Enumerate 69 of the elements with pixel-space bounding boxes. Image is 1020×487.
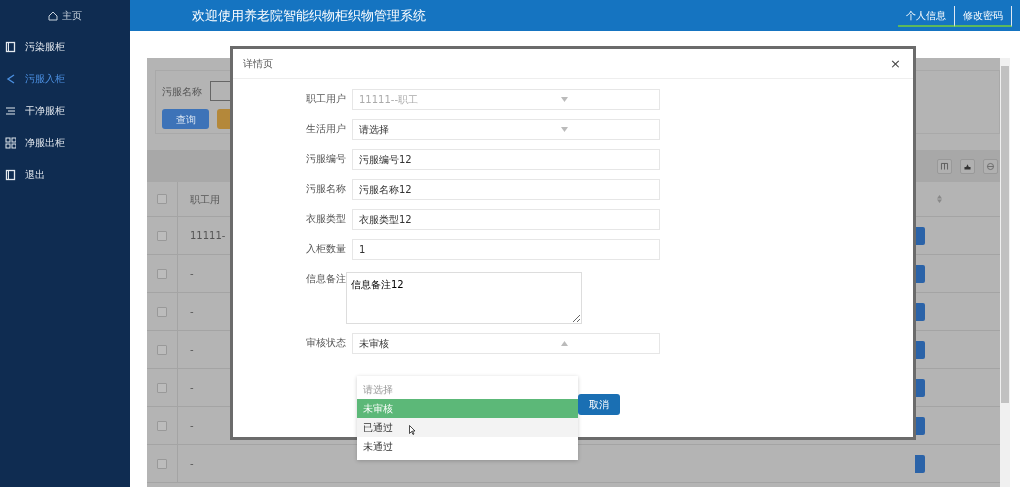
sidebar-item[interactable]: 干净服柜	[0, 95, 130, 127]
row-button[interactable]	[915, 454, 925, 473]
sidebar-item[interactable]: 净服出柜	[0, 127, 130, 159]
field-label: 信息备注	[305, 272, 347, 286]
field-label: 生活用户	[305, 122, 347, 137]
field-label: 衣服类型	[305, 212, 347, 227]
sidebar-item[interactable]: 污服入柜	[0, 63, 130, 95]
cursor-icon	[409, 425, 416, 435]
dropdown-option[interactable]: 未通过	[357, 437, 578, 456]
dropdown-option[interactable]: 已通过	[357, 418, 578, 437]
scrollbar[interactable]	[1000, 58, 1010, 487]
column-header: 职工用	[189, 192, 221, 207]
table-cell-text: -	[189, 267, 195, 281]
header-link[interactable]: 修改密码	[955, 6, 1012, 27]
row-checkbox[interactable]	[157, 382, 167, 393]
text-field[interactable]: 衣服类型12	[352, 209, 660, 230]
book-icon	[5, 41, 16, 53]
book-icon	[5, 169, 16, 181]
row-button[interactable]	[915, 226, 925, 245]
search-label: 污服名称	[162, 84, 202, 99]
field-label: 职工用户	[305, 92, 347, 107]
list-icon	[5, 105, 16, 117]
columns-icon[interactable]	[937, 158, 952, 174]
caret-icon	[561, 341, 568, 346]
row-button[interactable]	[915, 378, 925, 397]
home-icon	[48, 10, 58, 21]
caret-icon	[561, 97, 568, 102]
dialog-title: 详情页	[243, 57, 273, 71]
field-label: 污服名称	[305, 182, 347, 197]
table-cell-text: 11111-	[189, 229, 227, 243]
field-label: 审核状态	[305, 336, 347, 351]
row-button[interactable]	[915, 340, 925, 359]
table-cell-text: -	[189, 457, 195, 471]
cancel-button[interactable]: 取消	[578, 394, 620, 415]
row-button[interactable]	[915, 302, 925, 321]
row-checkbox[interactable]	[157, 458, 167, 469]
notes-field[interactable]: 信息备注12	[346, 272, 582, 324]
row-checkbox[interactable]	[157, 420, 167, 431]
row-button[interactable]	[915, 264, 925, 283]
table-cell-text: -	[189, 419, 195, 433]
row-checkbox[interactable]	[157, 230, 167, 241]
export-icon[interactable]	[960, 158, 975, 174]
sidebar-item[interactable]: 污染服柜	[0, 31, 130, 63]
caret-icon	[561, 127, 568, 132]
row-checkbox[interactable]	[157, 268, 167, 279]
close-button[interactable]: ×	[890, 53, 901, 74]
row-checkbox[interactable]	[157, 194, 167, 204]
share-icon	[5, 73, 16, 85]
table-cell-text: -	[189, 343, 195, 357]
page-title: 欢迎使用养老院智能织物柜织物管理系统	[192, 6, 426, 25]
select-field[interactable]: 未审核	[352, 333, 660, 354]
field-label: 污服编号	[305, 152, 347, 167]
text-field[interactable]: 污服名称12	[352, 179, 660, 200]
sort-icon[interactable]	[937, 195, 942, 203]
query-button[interactable]: 查询	[162, 109, 209, 129]
print-icon[interactable]	[983, 158, 998, 174]
text-field[interactable]: 污服编号12	[352, 149, 660, 170]
row-checkbox[interactable]	[157, 344, 167, 355]
row-checkbox[interactable]	[157, 306, 167, 317]
sidebar-item[interactable]: 退出	[0, 159, 130, 191]
text-field[interactable]: 1	[352, 239, 660, 260]
row-button[interactable]	[915, 416, 925, 435]
field-label: 入柜数量	[305, 242, 347, 257]
select-field[interactable]: 请选择	[352, 119, 660, 140]
home-link[interactable]: 主页	[62, 8, 82, 23]
table-cell-text: -	[189, 305, 195, 319]
header-link[interactable]: 个人信息	[898, 6, 955, 27]
table-cell-text: -	[189, 381, 195, 395]
grid-icon	[5, 137, 16, 149]
